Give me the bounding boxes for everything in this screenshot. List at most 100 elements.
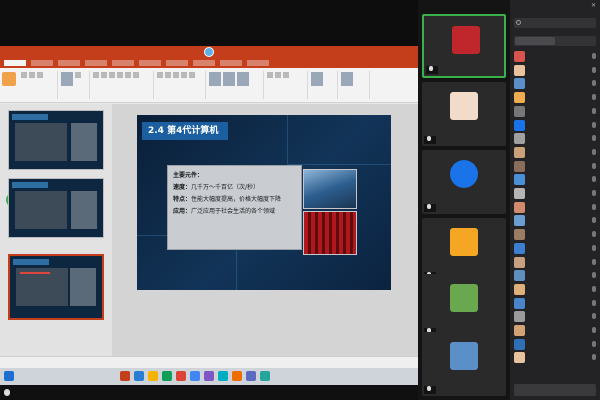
- mic-icon[interactable]: [592, 53, 596, 59]
- current-slide[interactable]: 2.4 第4代计算机 主要元件： 速度：几千万～千百亿（次/秒） 特点：性能大幅…: [137, 115, 391, 290]
- mic-icon[interactable]: [592, 190, 596, 196]
- align-left-icon[interactable]: [173, 72, 179, 78]
- app-taskbar-icon[interactable]: [260, 371, 270, 381]
- mic-icon[interactable]: [592, 162, 596, 169]
- participant-row[interactable]: [514, 269, 598, 282]
- ribbon-tab[interactable]: [31, 60, 53, 66]
- align-center-icon[interactable]: [181, 72, 187, 78]
- ribbon-tab[interactable]: [220, 60, 242, 66]
- video-tile[interactable]: [422, 14, 506, 78]
- replace-icon[interactable]: [275, 72, 281, 78]
- ribbon-tab[interactable]: [112, 60, 134, 66]
- select-icon[interactable]: [283, 72, 289, 78]
- mic-icon[interactable]: [592, 327, 596, 333]
- copy-icon[interactable]: [29, 72, 35, 78]
- mic-icon[interactable]: [592, 66, 596, 73]
- powerpoint-taskbar-icon[interactable]: [120, 371, 130, 381]
- participant-row[interactable]: [514, 256, 598, 269]
- ribbon-tab[interactable]: [85, 60, 107, 66]
- participant-row[interactable]: [514, 187, 598, 200]
- video-tile[interactable]: [422, 150, 506, 214]
- layout-icon[interactable]: [75, 72, 81, 78]
- mic-icon[interactable]: [592, 231, 596, 238]
- cut-icon[interactable]: [21, 72, 27, 78]
- ribbon-tab[interactable]: [58, 60, 80, 66]
- participant-search-input[interactable]: [514, 18, 596, 28]
- participant-row[interactable]: [514, 297, 598, 310]
- find-icon[interactable]: [267, 72, 273, 78]
- participant-row[interactable]: [514, 160, 598, 173]
- font-color-icon[interactable]: [133, 72, 139, 78]
- tab-not-joined[interactable]: [555, 37, 595, 45]
- format-painter-icon[interactable]: [37, 72, 43, 78]
- chat-taskbar-icon[interactable]: [162, 371, 172, 381]
- italic-icon[interactable]: [117, 72, 123, 78]
- panel-footer-button[interactable]: [514, 384, 596, 396]
- mic-icon[interactable]: [592, 354, 596, 361]
- mic-icon[interactable]: [592, 148, 596, 155]
- participant-row[interactable]: [514, 105, 598, 118]
- slide-thumbnail[interactable]: [8, 110, 104, 170]
- mic-icon[interactable]: [592, 258, 596, 265]
- mic-icon[interactable]: [592, 313, 596, 320]
- bullets-icon[interactable]: [157, 72, 163, 78]
- participant-row[interactable]: [514, 242, 598, 255]
- app-taskbar-icon[interactable]: [232, 371, 242, 381]
- close-icon[interactable]: ✕: [591, 2, 596, 9]
- designer-icon[interactable]: [341, 72, 353, 86]
- participant-row[interactable]: [514, 338, 598, 351]
- participant-row[interactable]: [514, 324, 598, 337]
- video-tile[interactable]: [422, 82, 506, 146]
- quick-styles-icon[interactable]: [237, 72, 249, 86]
- slide-thumbnail[interactable]: [8, 178, 104, 238]
- participant-row[interactable]: [514, 64, 598, 77]
- participant-row[interactable]: [514, 50, 598, 63]
- meeting-taskbar-icon[interactable]: [190, 371, 200, 381]
- participant-row[interactable]: [514, 132, 598, 145]
- participant-row[interactable]: [514, 146, 598, 159]
- participant-row[interactable]: [514, 214, 598, 227]
- arrange-icon[interactable]: [223, 72, 235, 86]
- mic-icon[interactable]: [592, 121, 596, 128]
- ribbon-tab[interactable]: [166, 60, 188, 66]
- start-icon[interactable]: [4, 371, 14, 381]
- word-taskbar-icon[interactable]: [134, 371, 144, 381]
- participant-row[interactable]: [514, 351, 598, 364]
- paste-icon[interactable]: [2, 72, 16, 86]
- participant-row[interactable]: [514, 283, 598, 296]
- video-tile[interactable]: [422, 332, 506, 396]
- participant-row[interactable]: [514, 91, 598, 104]
- mic-icon[interactable]: [592, 203, 596, 210]
- ribbon-tab[interactable]: [4, 60, 26, 66]
- participant-row[interactable]: [514, 119, 598, 132]
- ribbon-tab[interactable]: [193, 60, 215, 66]
- align-right-icon[interactable]: [189, 72, 195, 78]
- shapes-icon[interactable]: [209, 72, 221, 86]
- app-taskbar-icon[interactable]: [246, 371, 256, 381]
- ribbon-tab[interactable]: [247, 60, 269, 66]
- browser-taskbar-icon[interactable]: [176, 371, 186, 381]
- app-taskbar-icon[interactable]: [204, 371, 214, 381]
- participant-row[interactable]: [514, 173, 598, 186]
- mic-icon[interactable]: [592, 80, 596, 87]
- ribbon-tab[interactable]: [139, 60, 161, 66]
- folder-taskbar-icon[interactable]: [148, 371, 158, 381]
- numbering-icon[interactable]: [165, 72, 171, 78]
- video-tile[interactable]: [422, 274, 506, 338]
- participant-row[interactable]: [514, 201, 598, 214]
- font-icon[interactable]: [93, 72, 99, 78]
- slide-thumbnail-selected[interactable]: [8, 254, 104, 320]
- app-taskbar-icon[interactable]: [218, 371, 228, 381]
- participant-row[interactable]: [514, 310, 598, 323]
- dictate-icon[interactable]: [311, 72, 323, 86]
- mic-icon[interactable]: [592, 94, 596, 101]
- participant-row[interactable]: [514, 228, 598, 241]
- mic-icon[interactable]: [592, 340, 596, 347]
- mic-icon[interactable]: [592, 217, 596, 224]
- mic-icon[interactable]: [592, 299, 596, 306]
- underline-icon[interactable]: [125, 72, 131, 78]
- mic-icon[interactable]: [592, 272, 596, 279]
- mic-icon[interactable]: [592, 107, 596, 114]
- tab-participants[interactable]: [515, 37, 555, 45]
- bold-icon[interactable]: [109, 72, 115, 78]
